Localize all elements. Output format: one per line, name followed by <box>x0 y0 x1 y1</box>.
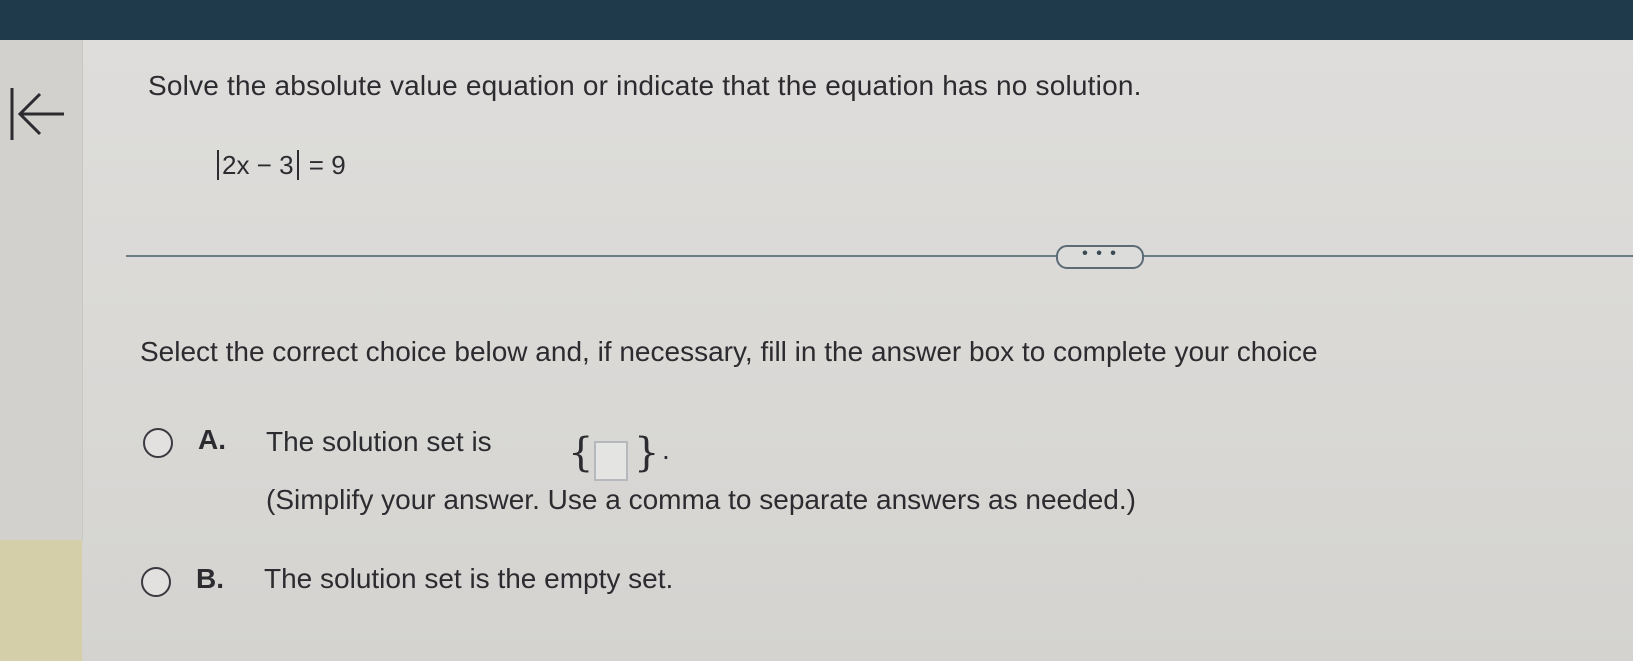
choice-a-letter: A. <box>198 424 226 455</box>
choice-a-radio[interactable] <box>143 428 173 458</box>
choice-a-close-brace: } <box>634 430 660 476</box>
section-divider <box>126 255 1633 257</box>
back-button[interactable] <box>6 80 66 150</box>
equation-inner: 2x − 3 <box>222 150 294 180</box>
choice-a-open-brace: { <box>568 430 594 476</box>
arrow-left-icon <box>10 88 64 140</box>
choice-b-letter: B. <box>196 563 224 594</box>
abs-bar-right <box>296 150 299 180</box>
choice-a-period: . <box>662 434 670 465</box>
left-sidebar-highlight <box>0 540 82 661</box>
choice-a-hint: (Simplify your answer. Use a comma to se… <box>266 484 1136 515</box>
top-bar <box>0 0 1633 40</box>
instruction-text: Select the correct choice below and, if … <box>140 336 1318 367</box>
equation: 2x − 3 = 9 <box>214 150 346 181</box>
choice-a-text: The solution set is <box>266 426 492 457</box>
choice-b-text: The solution set is the empty set. <box>264 563 674 594</box>
abs-bar-left <box>217 150 219 180</box>
expand-button[interactable]: • • • <box>1056 245 1144 269</box>
choice-b-radio[interactable] <box>141 567 171 597</box>
question-title: Solve the absolute value equation or ind… <box>148 70 1142 101</box>
equation-rhs: = 9 <box>308 150 346 180</box>
answer-input-box[interactable] <box>594 441 628 481</box>
